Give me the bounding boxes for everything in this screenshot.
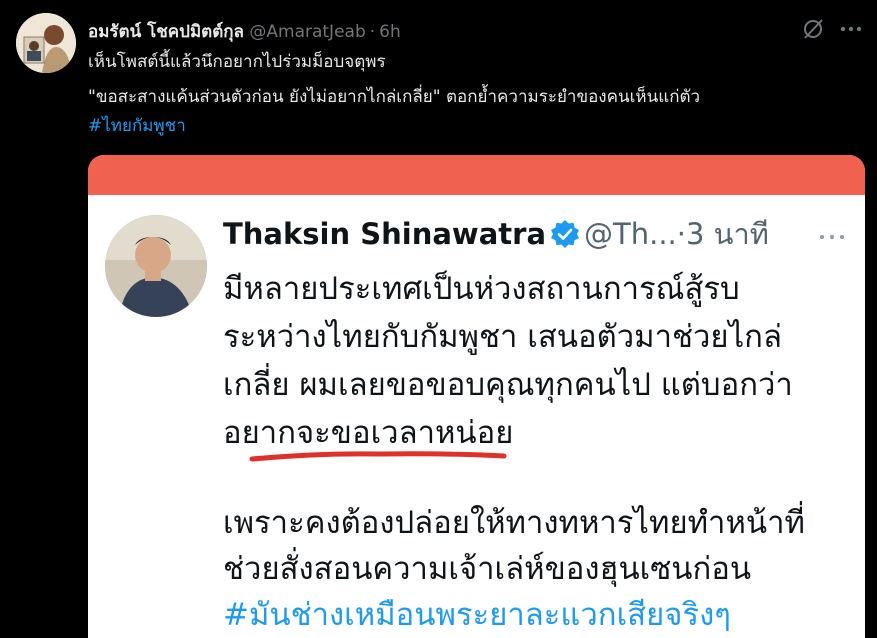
tweet-text-line: เห็นโพสต์นี้แล้วนึกอยากไปร่วมม็อบจตุพร xyxy=(88,52,386,72)
red-underline-mark xyxy=(248,447,508,465)
embedded-avatar xyxy=(105,215,207,317)
embedded-text-line: ระหว่างไทยกับกัมพูชา เสนอตัวมาช่วยไกล่ xyxy=(223,319,782,355)
author-avatar[interactable] xyxy=(16,13,76,73)
embedded-hashtag: #มันช่างเหมือนพระยาละแวกเสียจริงๆ xyxy=(223,597,731,633)
embedded-text-line: เกลี่ย ผมเลยขอขอบคุณทุกคนไป แต่บอกว่า xyxy=(223,367,793,403)
embedded-text-line: ช่วยสั่งสอนความเจ้าเล่ห์ของฮุนเซนก่อน xyxy=(223,551,752,587)
embedded-timestamp: 3 นาที xyxy=(685,217,769,251)
tweet-header: อมรัตน์ โชคปมิตต์กุล @AmaratJeab · 6h xyxy=(88,18,861,42)
tweet-timestamp[interactable]: 6h xyxy=(379,22,401,42)
tweet-text-line: "ขอสะสางแค้นส่วนตัวก่อน ยังไม่อยากไกล่เก… xyxy=(88,87,701,107)
embedded-more-icon xyxy=(818,227,846,239)
media-red-banner xyxy=(88,155,865,195)
embedded-separator: · xyxy=(676,217,686,251)
tweet-hashtag-link[interactable]: #ไทยกัมพูชา xyxy=(88,112,186,139)
embedded-text-line: มีหลายประเทศเป็นห่วงสถานการณ์สู้รบ xyxy=(223,271,740,307)
grok-icon[interactable] xyxy=(801,17,825,41)
embedded-author-name: Thaksin Shinawatra xyxy=(223,217,547,251)
embedded-tweet-header: Thaksin Shinawatra @Th...·3 นาที xyxy=(223,211,769,251)
separator-dot: · xyxy=(369,22,376,42)
embedded-text-line: เพราะคงต้องปล่อยให้ทางทหารไทยทำหน้าที่ xyxy=(223,505,805,541)
author-handle[interactable]: @AmaratJeab xyxy=(249,22,365,42)
embedded-author-handle: @Th... xyxy=(584,217,677,251)
more-icon[interactable] xyxy=(838,17,864,41)
verified-badge-icon xyxy=(550,219,580,249)
tweet-media-image[interactable]: Thaksin Shinawatra @Th...·3 นาที มีหลายปร… xyxy=(88,155,865,638)
author-name[interactable]: อมรัตน์ โชคปมิตต์กุล xyxy=(88,22,244,42)
